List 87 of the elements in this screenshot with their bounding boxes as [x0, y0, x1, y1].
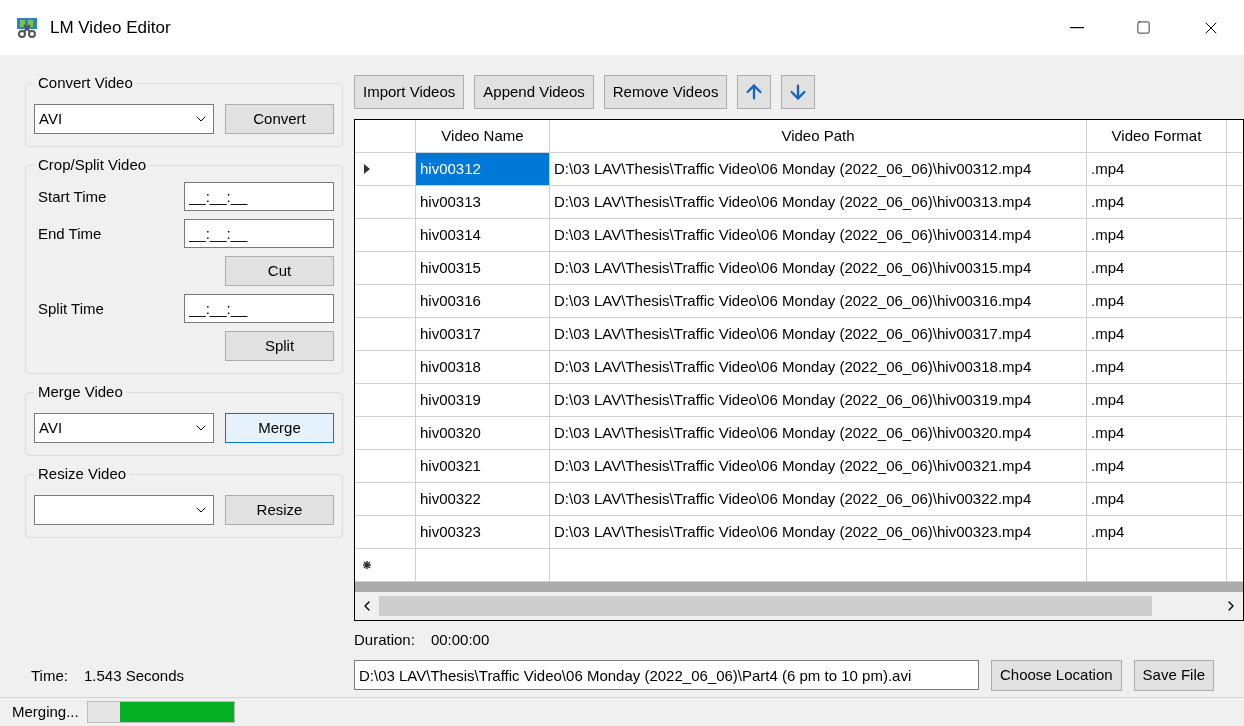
table-cell: .mp4 — [1087, 252, 1227, 285]
table-row[interactable]: hiv00320 D:\03 LAV\Thesis\Traffic Video\06 Monday (2022_06_06)\hiv00320.mp4 .mp4 — [355, 417, 1243, 450]
empty-cell[interactable] — [550, 549, 1087, 582]
table-cell: hiv00318 — [416, 351, 550, 384]
resize-button[interactable]: Resize — [225, 495, 334, 525]
table-cell: .mp4 — [1087, 417, 1227, 450]
table-cell: hiv00317 — [416, 318, 550, 351]
table-cell: D:\03 LAV\Thesis\Traffic Video\06 Monday (2022_06_06)\hiv00317.mp4 — [550, 318, 1087, 351]
table-row[interactable]: hiv00322 D:\03 LAV\Thesis\Traffic Video\06 Monday (2022_06_06)\hiv00322.mp4 .mp4 — [355, 483, 1243, 516]
time-field[interactable]: __:__:__ — [184, 294, 334, 323]
table-cell: .mp4 — [1087, 351, 1227, 384]
table-cell: hiv00323 — [416, 516, 550, 549]
action-button[interactable]: Cut — [225, 256, 334, 286]
table-cell: hiv00312 — [416, 153, 550, 186]
format-dropdown[interactable]: AVI — [34, 413, 214, 443]
table-row[interactable]: hiv00316 D:\03 LAV\Thesis\Traffic Video\06 Monday (2022_06_06)\hiv00316.mp4 .mp4 — [355, 285, 1243, 318]
status-text: Merging... — [12, 701, 79, 722]
action-button[interactable]: Split — [225, 331, 334, 361]
horizontal-scrollbar[interactable] — [355, 592, 1243, 620]
table-cell: .mp4 — [1087, 384, 1227, 417]
table-row[interactable]: hiv00323 D:\03 LAV\Thesis\Traffic Video\06 Monday (2022_06_06)\hiv00323.mp4 .mp4 — [355, 516, 1243, 549]
table-cell: .mp4 — [1087, 318, 1227, 351]
table-cell: D:\03 LAV\Thesis\Traffic Video\06 Monday (2022_06_06)\hiv00315.mp4 — [550, 252, 1087, 285]
table-row[interactable]: hiv00313 D:\03 LAV\Thesis\Traffic Video\06 Monday (2022_06_06)\hiv00313.mp4 .mp4 — [355, 186, 1243, 219]
move-up-button[interactable] — [737, 75, 772, 109]
table-cell: .mp4 — [1087, 483, 1227, 516]
table-row[interactable]: hiv00317 D:\03 LAV\Thesis\Traffic Video\06 Monday (2022_06_06)\hiv00317.mp4 .mp4 — [355, 318, 1243, 351]
column-header[interactable]: Video Path — [550, 120, 1087, 153]
minimize-icon — [1069, 26, 1084, 29]
time-value: 1.543 Seconds — [83, 665, 185, 686]
film-scissors-icon — [16, 16, 38, 39]
time-field[interactable]: __:__:__ — [184, 219, 334, 248]
table-cell: D:\03 LAV\Thesis\Traffic Video\06 Monday (2022_06_06)\hiv00312.mp4 — [550, 153, 1087, 186]
toolbar-button[interactable]: Append Videos — [474, 75, 594, 109]
table-row[interactable]: hiv00321 D:\03 LAV\Thesis\Traffic Video\06 Monday (2022_06_06)\hiv00321.mp4 .mp4 — [355, 450, 1243, 483]
window-title: LM Video Editor — [50, 16, 171, 39]
table-cell: hiv00316 — [416, 285, 550, 318]
table-cell: hiv00322 — [416, 483, 550, 516]
table-cell: D:\03 LAV\Thesis\Traffic Video\06 Monday (2022_06_06)\hiv00320.mp4 — [550, 417, 1087, 450]
field-label: Split Time — [38, 299, 104, 319]
table-cell: .mp4 — [1087, 516, 1227, 549]
table-row[interactable]: hiv00318 D:\03 LAV\Thesis\Traffic Video\06 Monday (2022_06_06)\hiv00318.mp4 .mp4 — [355, 351, 1243, 384]
toolbar-button[interactable]: Import Videos — [354, 75, 465, 109]
table-cell: D:\03 LAV\Thesis\Traffic Video\06 Monday (2022_06_06)\hiv00318.mp4 — [550, 351, 1087, 384]
format-dropdown[interactable] — [34, 495, 214, 525]
time-field[interactable]: __:__:__ — [184, 182, 334, 211]
table-cell: hiv00313 — [416, 186, 550, 219]
table-cell: hiv00319 — [416, 384, 550, 417]
current-row-icon — [363, 163, 371, 175]
maximize-icon — [1136, 20, 1151, 35]
format-dropdown[interactable]: AVI — [34, 104, 214, 134]
table-cell: D:\03 LAV\Thesis\Traffic Video\06 Monday (2022_06_06)\hiv00323.mp4 — [550, 516, 1087, 549]
output-path-field[interactable]: D:\03 LAV\Thesis\Traffic Video\06 Monday (2022_06_06)\Part4 (6 pm to 10 pm).avi — [354, 660, 979, 690]
table-cell: D:\03 LAV\Thesis\Traffic Video\06 Monday (2022_06_06)\hiv00321.mp4 — [550, 450, 1087, 483]
toolbar-button[interactable]: Remove Videos — [603, 75, 728, 109]
table-cell: .mp4 — [1087, 450, 1227, 483]
field-label: Start Time — [38, 187, 107, 207]
table-cell: D:\03 LAV\Thesis\Traffic Video\06 Monday (2022_06_06)\hiv00319.mp4 — [550, 384, 1087, 417]
table-cell: .mp4 — [1087, 186, 1227, 219]
empty-cell[interactable] — [1087, 549, 1227, 582]
table-cell: hiv00321 — [416, 450, 550, 483]
move-down-button[interactable] — [781, 75, 816, 109]
output-button[interactable]: Save File — [1133, 659, 1215, 691]
table-cell: hiv00315 — [416, 252, 550, 285]
table-row[interactable]: hiv00312 D:\03 LAV\Thesis\Traffic Video\06 Monday (2022_06_06)\hiv00312.mp4 .mp4 — [355, 153, 1243, 186]
table-cell: hiv00314 — [416, 219, 550, 252]
time-label: Time: — [31, 665, 68, 686]
table-cell: .mp4 — [1087, 219, 1227, 252]
table-cell: D:\03 LAV\Thesis\Traffic Video\06 Monday (2022_06_06)\hiv00316.mp4 — [550, 285, 1087, 318]
column-header[interactable]: Video Format — [1087, 120, 1227, 153]
merge-button[interactable]: Merge — [225, 413, 334, 443]
duration-label: Duration: — [354, 630, 415, 650]
field-label: End Time — [38, 224, 102, 244]
table-cell: D:\03 LAV\Thesis\Traffic Video\06 Monday (2022_06_06)\hiv00313.mp4 — [550, 186, 1087, 219]
duration-value: 00:00:00 — [430, 630, 490, 650]
new-row-icon — [363, 561, 371, 569]
convert-button[interactable]: Convert — [225, 104, 334, 134]
table-cell: .mp4 — [1087, 153, 1227, 186]
empty-cell[interactable] — [416, 549, 550, 582]
table-row[interactable]: hiv00315 D:\03 LAV\Thesis\Traffic Video\06 Monday (2022_06_06)\hiv00315.mp4 .mp4 — [355, 252, 1243, 285]
table-row[interactable]: hiv00319 D:\03 LAV\Thesis\Traffic Video\06 Monday (2022_06_06)\hiv00319.mp4 .mp4 — [355, 384, 1243, 417]
table-cell: .mp4 — [1087, 285, 1227, 318]
output-button[interactable]: Choose Location — [991, 659, 1122, 691]
table-cell: hiv00320 — [416, 417, 550, 450]
table-cell: D:\03 LAV\Thesis\Traffic Video\06 Monday (2022_06_06)\hiv00314.mp4 — [550, 219, 1087, 252]
table-row[interactable]: hiv00314 D:\03 LAV\Thesis\Traffic Video\06 Monday (2022_06_06)\hiv00314.mp4 .mp4 — [355, 219, 1243, 252]
table-cell: D:\03 LAV\Thesis\Traffic Video\06 Monday (2022_06_06)\hiv00322.mp4 — [550, 483, 1087, 516]
